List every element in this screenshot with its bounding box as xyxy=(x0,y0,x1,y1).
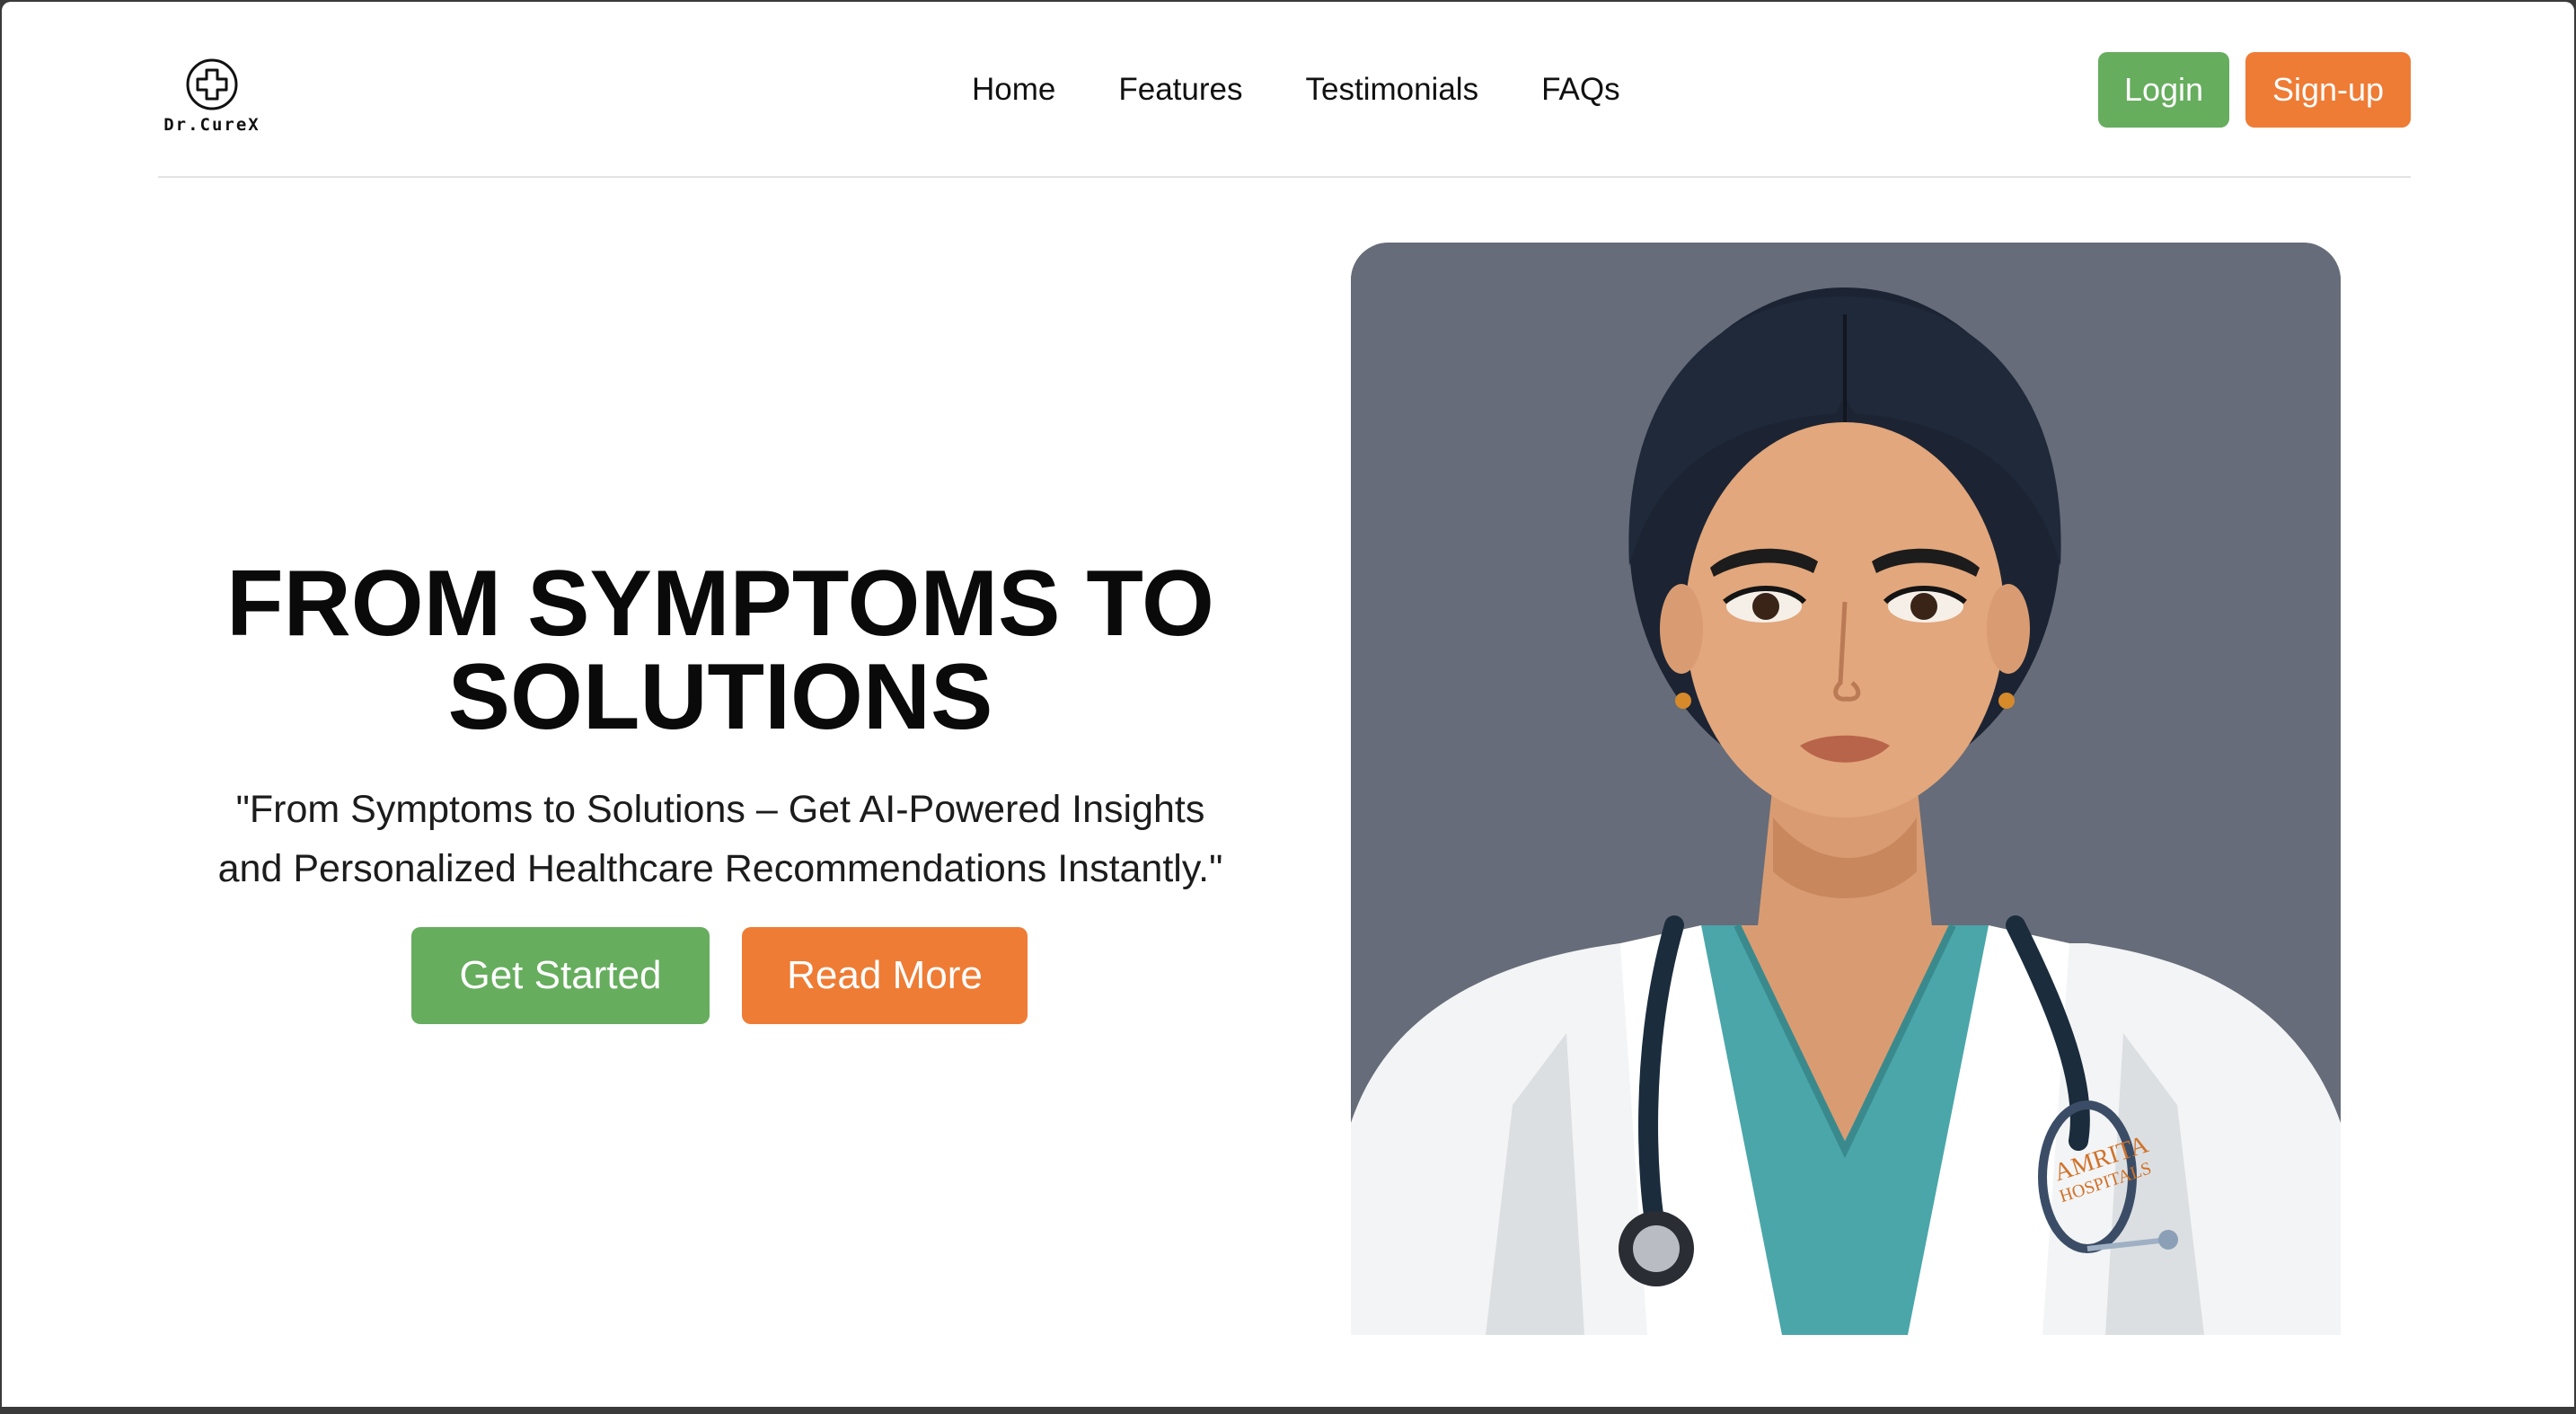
read-more-button[interactable]: Read More xyxy=(742,927,1028,1024)
hero-title-line-2: SOLUTIONS xyxy=(447,645,993,749)
brand-logo[interactable]: Dr.CureX xyxy=(158,57,266,138)
medical-cross-icon xyxy=(186,58,238,110)
brand-name: Dr.CureX xyxy=(163,115,260,135)
hero-actions: Get Started Read More xyxy=(411,927,1028,1024)
doctor-illustration: AMRITA HOSPITALS xyxy=(1351,243,2341,1335)
hero-subtitle-line-2: and Personalized Healthcare Recommendati… xyxy=(217,847,1223,890)
doctor-illustration-graphic: AMRITA HOSPITALS xyxy=(1351,243,2341,1335)
nav-features[interactable]: Features xyxy=(1118,65,1242,115)
hero-subtitle: "From Symptoms to Solutions – Get AI-Pow… xyxy=(172,780,1268,898)
auth-buttons: Login Sign-up xyxy=(2098,52,2411,128)
hero-subtitle-line-1: "From Symptoms to Solutions – Get AI-Pow… xyxy=(235,788,1205,831)
get-started-button[interactable]: Get Started xyxy=(411,927,710,1024)
login-button[interactable]: Login xyxy=(2098,52,2229,128)
nav-faqs[interactable]: FAQs xyxy=(1541,65,1620,115)
browser-viewport: Dr.CureX Home Features Testimonials FAQs… xyxy=(2,2,2574,1407)
signup-button[interactable]: Sign-up xyxy=(2245,52,2411,128)
main-nav: Home Features Testimonials FAQs xyxy=(972,65,1620,115)
hero-title: FROM SYMPTOMS TO SOLUTIONS xyxy=(181,557,1259,744)
nav-home[interactable]: Home xyxy=(972,65,1055,115)
hero-title-line-1: FROM SYMPTOMS TO xyxy=(226,552,1214,656)
nav-testimonials[interactable]: Testimonials xyxy=(1306,65,1479,115)
site-header: Dr.CureX Home Features Testimonials FAQs… xyxy=(158,2,2411,178)
